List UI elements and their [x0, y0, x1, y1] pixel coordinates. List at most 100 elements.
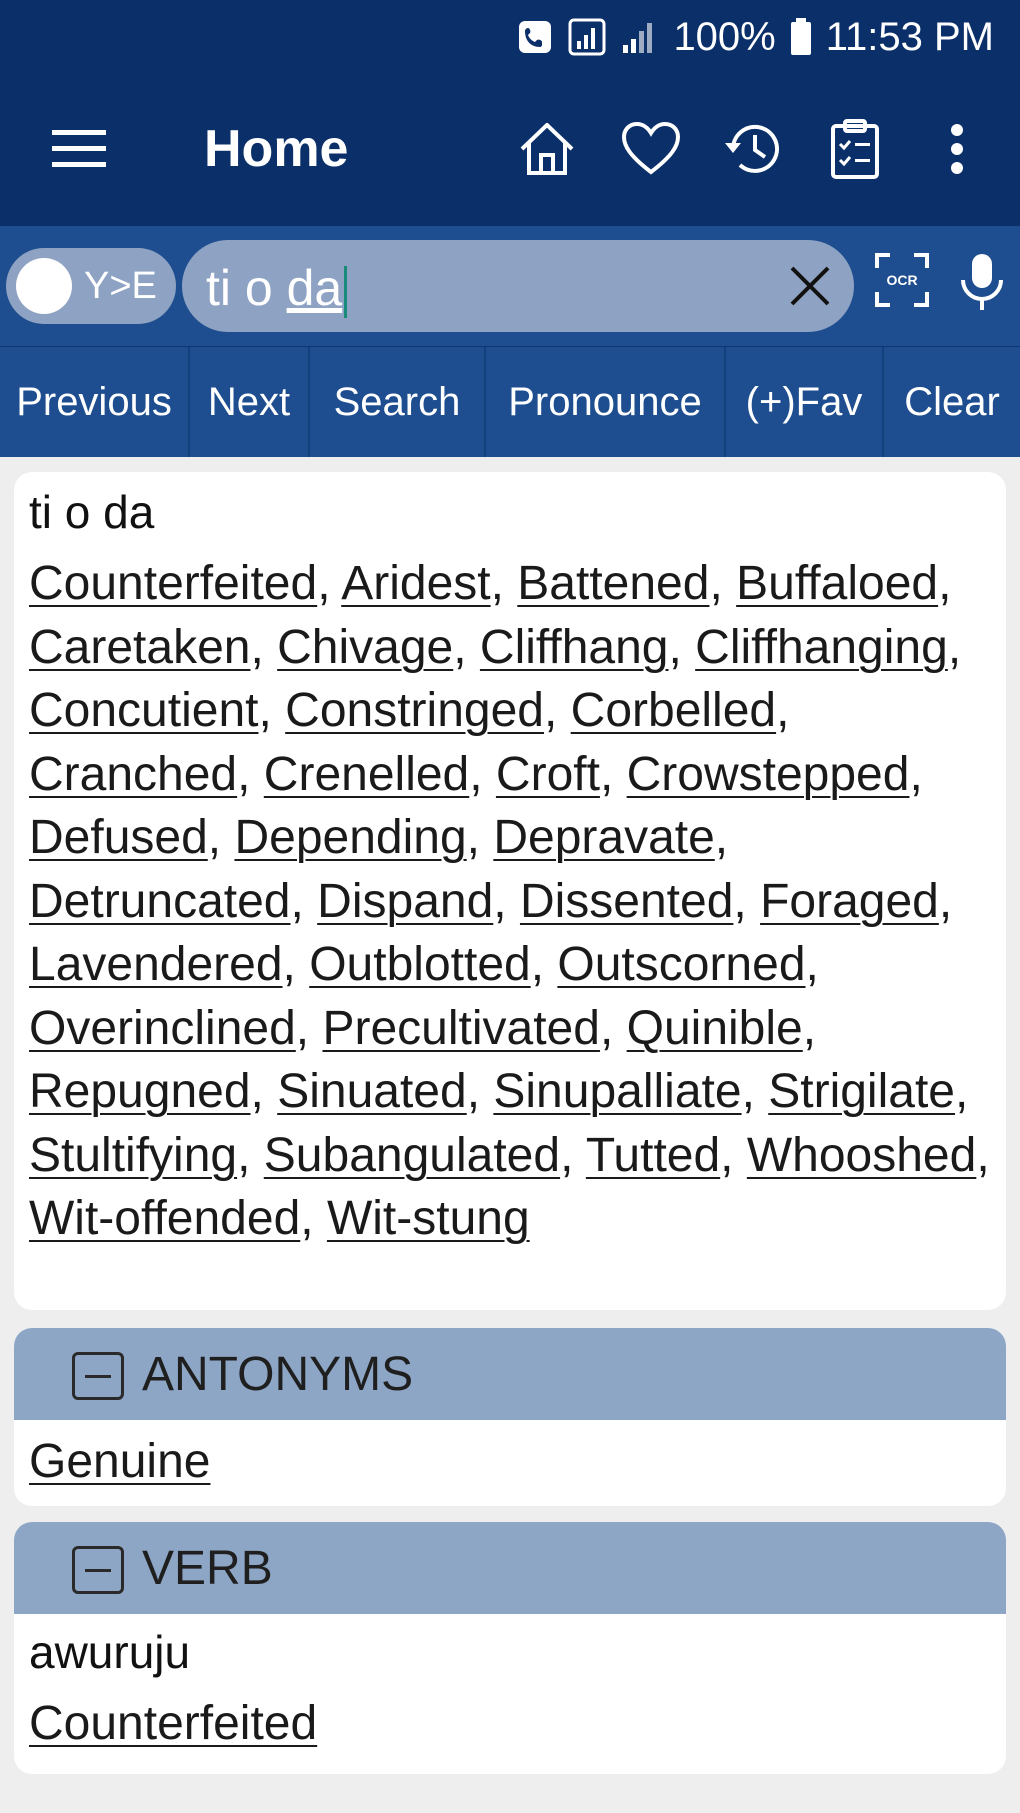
- app-bar: Home: [0, 74, 1020, 226]
- synonym-list: Counterfeited, Aridest, Battened, Buffal…: [29, 552, 999, 1251]
- synonym-link[interactable]: Cliffhang: [480, 621, 669, 674]
- separator: ,: [300, 1192, 327, 1245]
- ocr-scan-icon[interactable]: OCR: [874, 252, 930, 308]
- separator: ,: [295, 1001, 323, 1055]
- synonym-link[interactable]: Depending: [234, 811, 466, 864]
- separator: ,: [237, 1128, 264, 1182]
- synonym-link[interactable]: Wit-offended: [29, 1192, 300, 1245]
- language-direction-toggle[interactable]: Y>E: [6, 248, 176, 324]
- synonym-link[interactable]: Detruncated: [29, 875, 291, 928]
- action-toolbar: Previous Next Search Pronounce (+)Fav Cl…: [0, 346, 1020, 457]
- separator: ,: [947, 620, 962, 674]
- separator: ,: [237, 747, 264, 801]
- heart-icon[interactable]: [618, 116, 684, 182]
- search-row: Y>E ti o da OCR: [0, 226, 1020, 346]
- toggle-label: Y>E: [84, 265, 157, 307]
- wifi-calling-icon: [567, 17, 607, 57]
- synonym-link[interactable]: Tutted: [586, 1129, 720, 1182]
- next-button[interactable]: Next: [190, 347, 310, 457]
- verb-translation-link[interactable]: Counterfeited: [29, 1697, 317, 1750]
- synonym-link[interactable]: Constringed: [285, 684, 544, 737]
- synonym-link[interactable]: Counterfeited: [29, 557, 317, 610]
- clear-input-icon[interactable]: [786, 262, 834, 310]
- verb-translation-item[interactable]: Counterfeited: [29, 1694, 317, 1754]
- synonym-link[interactable]: Battened: [517, 557, 709, 610]
- add-favorite-button[interactable]: (+)Fav: [726, 347, 884, 457]
- battery-icon: [790, 18, 812, 56]
- synonym-link[interactable]: Chivage: [277, 621, 453, 674]
- synonym-link[interactable]: Defused: [29, 811, 208, 864]
- search-button[interactable]: Search: [310, 347, 486, 457]
- synonym-link[interactable]: Corbelled: [571, 684, 776, 737]
- antonym-item[interactable]: Genuine: [29, 1432, 210, 1492]
- synonym-link[interactable]: Dispand: [317, 875, 493, 928]
- clear-button[interactable]: Clear: [884, 347, 1020, 457]
- home-icon[interactable]: [514, 116, 580, 182]
- synonym-link[interactable]: Cliffhanging: [695, 621, 948, 674]
- synonym-link[interactable]: Crenelled: [264, 748, 469, 801]
- separator: ,: [714, 811, 729, 864]
- separator: ,: [250, 1065, 278, 1118]
- separator: ,: [290, 874, 318, 928]
- synonym-link[interactable]: Wit-stung: [327, 1192, 530, 1245]
- separator: ,: [599, 747, 627, 801]
- separator: ,: [733, 874, 761, 928]
- more-vert-icon[interactable]: [924, 116, 990, 182]
- separator: ,: [776, 684, 790, 737]
- entry-card: ti o da Counterfeited, Aridest, Battened…: [14, 472, 1006, 1310]
- synonym-link[interactable]: Outblotted: [309, 938, 530, 991]
- synonym-link[interactable]: Strigilate: [768, 1065, 955, 1118]
- antonyms-title: ANTONYMS: [142, 1348, 414, 1401]
- separator: ,: [543, 684, 571, 737]
- separator: ,: [909, 747, 923, 801]
- separator: ,: [709, 557, 737, 610]
- separator: ,: [466, 1065, 494, 1118]
- synonym-link[interactable]: Depravate: [493, 811, 714, 864]
- query-composing-text: da: [286, 260, 343, 316]
- synonym-link[interactable]: Croft: [496, 748, 600, 801]
- separator: ,: [720, 1128, 747, 1182]
- synonym-link[interactable]: Dissented: [520, 875, 733, 928]
- synonym-link[interactable]: Quinible: [627, 1002, 803, 1055]
- synonym-link[interactable]: Subangulated: [264, 1129, 560, 1182]
- collapse-icon[interactable]: [72, 1352, 124, 1400]
- synonym-link[interactable]: Whooshed: [747, 1129, 976, 1182]
- antonym-link[interactable]: Genuine: [29, 1435, 210, 1488]
- search-input[interactable]: ti o da: [182, 240, 854, 332]
- clipboard-icon[interactable]: [822, 116, 888, 182]
- microphone-icon[interactable]: [956, 252, 1008, 312]
- separator: ,: [317, 557, 342, 610]
- separator: ,: [741, 1065, 769, 1118]
- synonym-link[interactable]: Buffaloed: [736, 557, 938, 610]
- synonym-link[interactable]: Repugned: [29, 1065, 251, 1118]
- search-input-value[interactable]: ti o da: [206, 260, 348, 318]
- synonym-link[interactable]: Aridest: [341, 557, 490, 610]
- clock: 11:53 PM: [825, 14, 994, 59]
- pronounce-button[interactable]: Pronounce: [486, 347, 726, 457]
- synonym-link[interactable]: Foraged: [760, 875, 939, 928]
- history-icon[interactable]: [720, 116, 786, 182]
- synonym-link[interactable]: Precultivated: [322, 1002, 599, 1055]
- synonym-link[interactable]: Crowstepped: [627, 748, 910, 801]
- synonym-link[interactable]: Stultifying: [29, 1129, 237, 1182]
- synonym-link[interactable]: Concutient: [29, 684, 258, 737]
- separator: ,: [466, 811, 494, 864]
- antonyms-header[interactable]: ANTONYMS: [14, 1328, 1006, 1420]
- synonym-link[interactable]: Lavendered: [29, 938, 283, 991]
- verb-header[interactable]: VERB: [14, 1522, 1006, 1614]
- synonym-link[interactable]: Overinclined: [29, 1002, 296, 1055]
- separator: ,: [250, 620, 278, 674]
- query-text: ti o: [206, 260, 287, 316]
- status-bar: 100% 11:53 PM: [0, 0, 1020, 74]
- synonym-link[interactable]: Sinupalliate: [493, 1065, 741, 1118]
- svg-text:OCR: OCR: [886, 272, 917, 288]
- synonym-link[interactable]: Outscorned: [557, 938, 805, 991]
- previous-button[interactable]: Previous: [0, 347, 190, 457]
- collapse-icon[interactable]: [72, 1546, 124, 1594]
- separator: ,: [530, 938, 558, 991]
- synonym-link[interactable]: Cranched: [29, 748, 237, 801]
- menu-icon[interactable]: [48, 124, 110, 174]
- phone-call-icon: [517, 19, 553, 55]
- synonym-link[interactable]: Sinuated: [277, 1065, 467, 1118]
- synonym-link[interactable]: Caretaken: [29, 621, 250, 674]
